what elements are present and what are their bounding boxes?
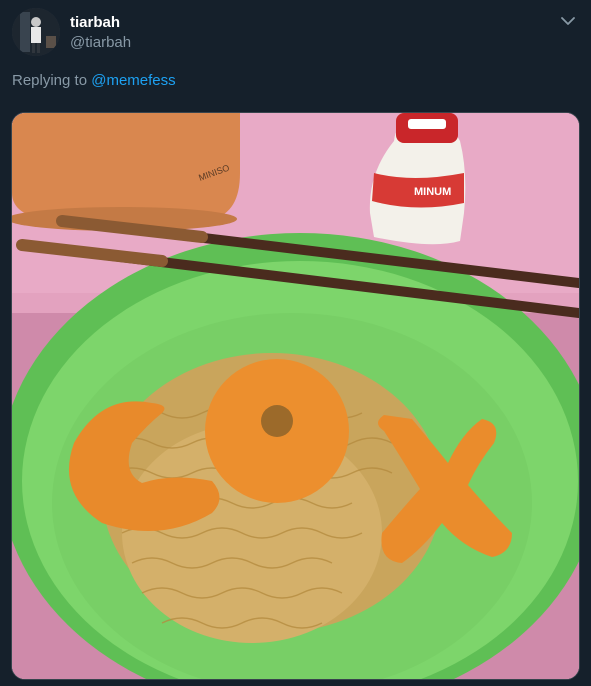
display-name[interactable]: tiarbah (70, 14, 120, 31)
tweet-photo[interactable]: MINISO MINUM (11, 112, 580, 680)
reply-to-link[interactable]: @memefess (91, 72, 175, 89)
tweet-header: tiarbah @tiarbah (0, 0, 591, 64)
avatar[interactable] (12, 8, 60, 56)
bottle-label: MINUM (414, 186, 451, 198)
food-photo-illustration: MINISO MINUM (12, 113, 579, 679)
reply-prefix: Replying to (12, 72, 88, 89)
avatar-photo (12, 8, 60, 56)
reply-context: Replying to @memefess (12, 72, 176, 89)
chevron-down-icon[interactable] (557, 10, 579, 32)
user-handle[interactable]: @tiarbah (70, 34, 131, 51)
